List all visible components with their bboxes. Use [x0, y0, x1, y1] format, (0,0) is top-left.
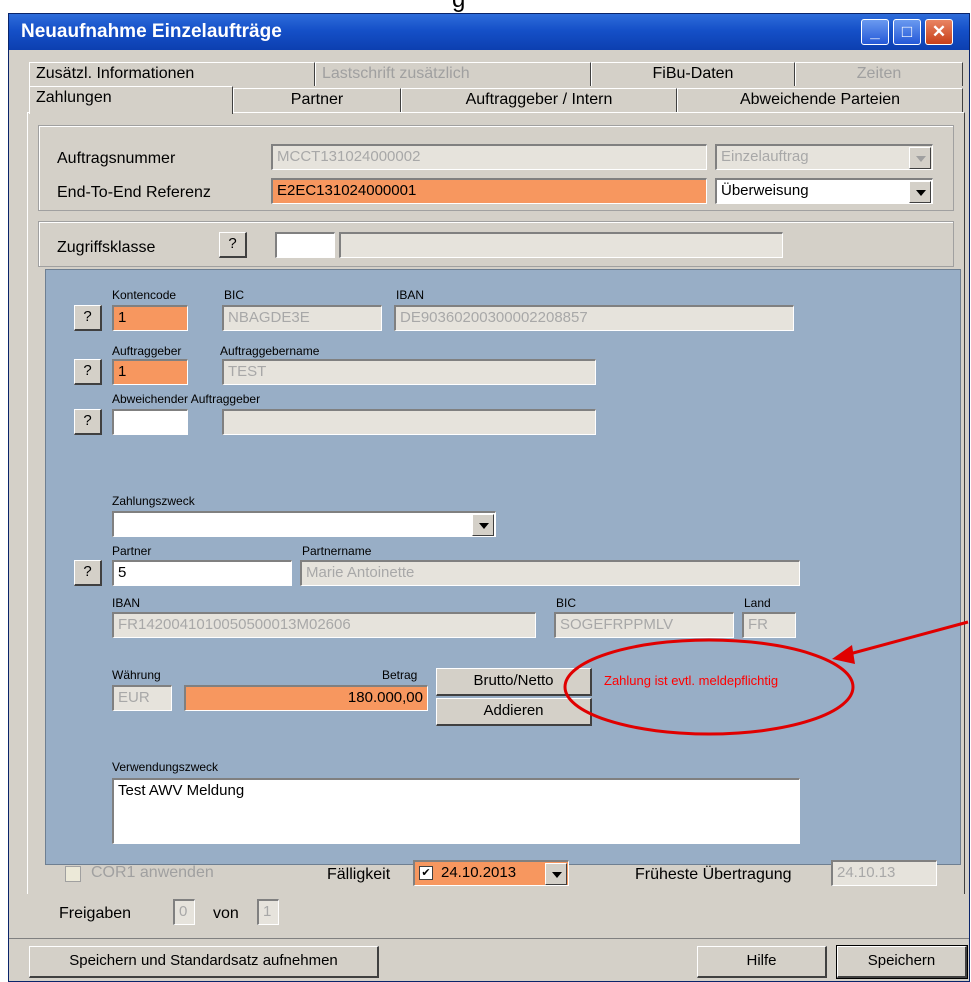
annotation-overlay [563, 620, 969, 736]
highlight-ellipse [563, 638, 855, 736]
annotation-arrow-line [841, 620, 969, 658]
arrow-head-icon [832, 645, 855, 664]
tab-zahlungen[interactable]: Zahlungen [29, 86, 233, 114]
